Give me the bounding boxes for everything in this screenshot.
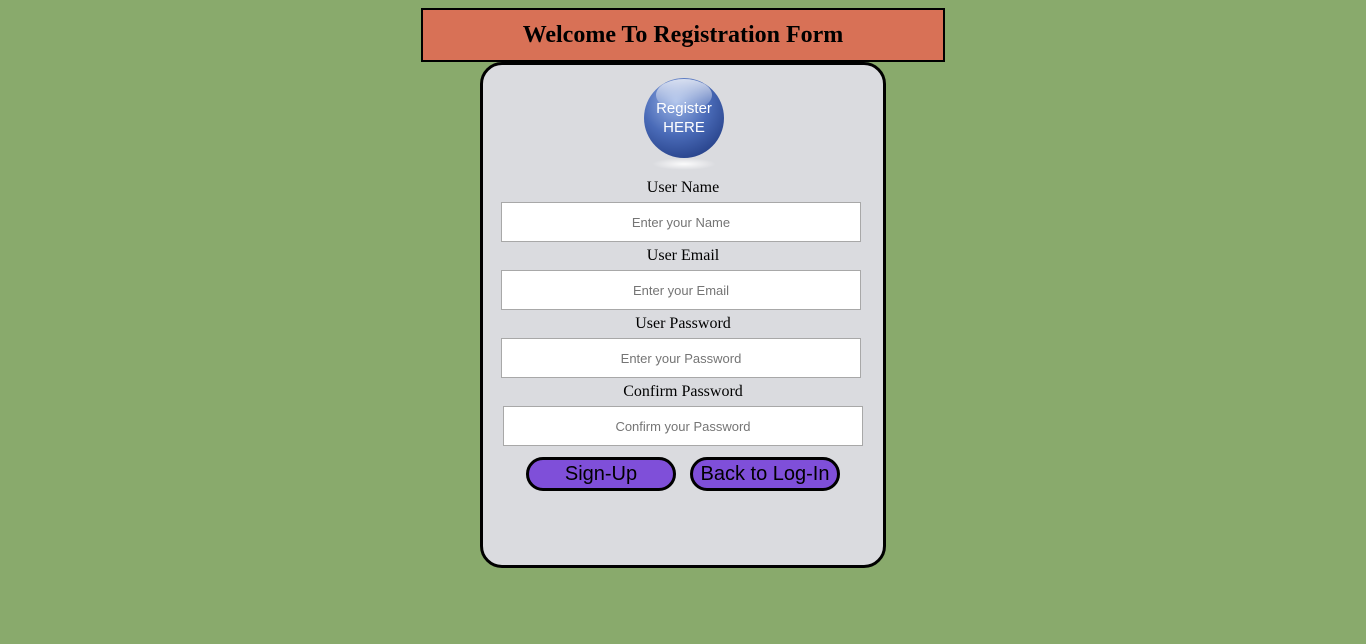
confirm-password-input[interactable] xyxy=(503,406,863,446)
user-email-input[interactable] xyxy=(501,270,861,310)
user-email-label: User Email xyxy=(646,247,720,264)
signup-button[interactable]: Sign-Up xyxy=(526,457,676,491)
logo-text-here: HERE xyxy=(663,119,705,136)
user-name-label: User Name xyxy=(646,179,720,196)
confirm-password-label: Confirm Password xyxy=(623,383,743,400)
user-name-input[interactable] xyxy=(501,202,861,242)
registration-card: Register HERE User Name User Email User … xyxy=(480,62,886,568)
user-password-input[interactable] xyxy=(501,338,861,378)
register-here-logo: Register HERE xyxy=(644,78,724,170)
page-title: Welcome To Registration Form xyxy=(522,21,844,48)
user-password-label: User Password xyxy=(635,315,731,332)
back-to-login-button[interactable]: Back to Log-In xyxy=(690,457,840,491)
page-header: Welcome To Registration Form xyxy=(421,8,945,62)
logo-text-register: Register xyxy=(656,100,712,117)
